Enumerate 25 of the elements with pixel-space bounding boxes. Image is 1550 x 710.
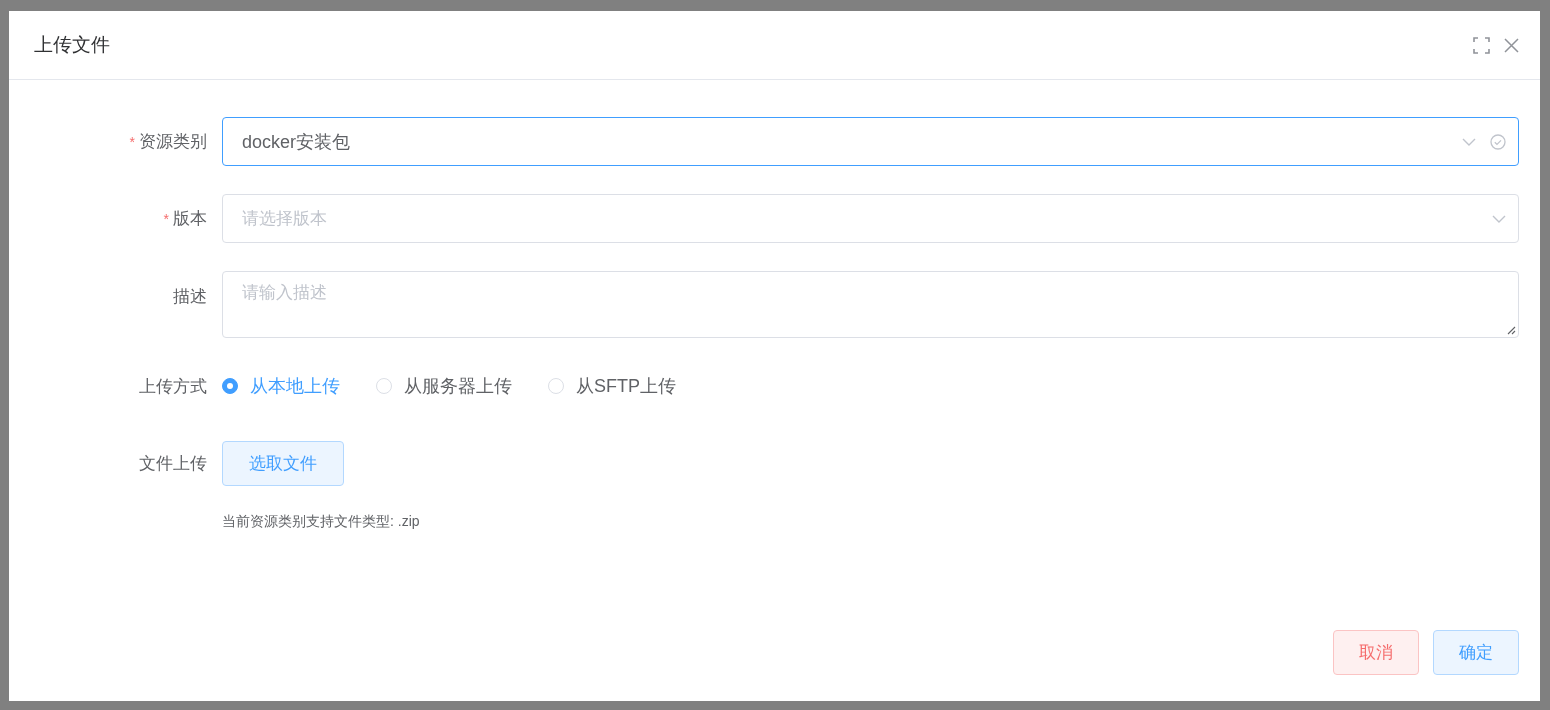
description-field[interactable]: 请输入描述 (222, 271, 1519, 338)
radio-button[interactable] (222, 378, 238, 394)
field-label: 上传方式 (139, 375, 207, 398)
field-label: 资源类别 (139, 131, 207, 153)
confirm-button[interactable]: 确定 (1433, 630, 1519, 675)
select-field[interactable]: 请选择版本 (222, 194, 1519, 243)
fullscreen-icon[interactable] (1473, 36, 1490, 54)
resize-grip-icon[interactable] (1507, 326, 1516, 335)
select-field[interactable]: docker安装包 (222, 117, 1519, 166)
field-label: 文件上传 (139, 453, 207, 475)
required-mark: * (163, 210, 169, 227)
chevron-down-icon (1492, 214, 1506, 223)
choose-file-button[interactable]: 选取文件 (222, 441, 344, 486)
file-type-hint: 当前资源类别支持文件类型: .zip (222, 513, 421, 531)
radio-option[interactable]: 从SFTP上传 (548, 374, 676, 398)
close-icon[interactable] (1504, 37, 1519, 53)
cancel-button[interactable]: 取消 (1333, 630, 1419, 675)
required-mark: * (129, 133, 135, 150)
check-circle-icon (1490, 133, 1506, 150)
chevron-down-icon (1462, 137, 1476, 146)
field-label: 版本 (173, 208, 207, 230)
radio-option[interactable]: 从服务器上传 (376, 374, 512, 398)
field-label: 描述 (173, 286, 207, 308)
radio-option[interactable]: 从本地上传 (222, 374, 340, 398)
dialog-title: 上传文件 (34, 33, 111, 57)
